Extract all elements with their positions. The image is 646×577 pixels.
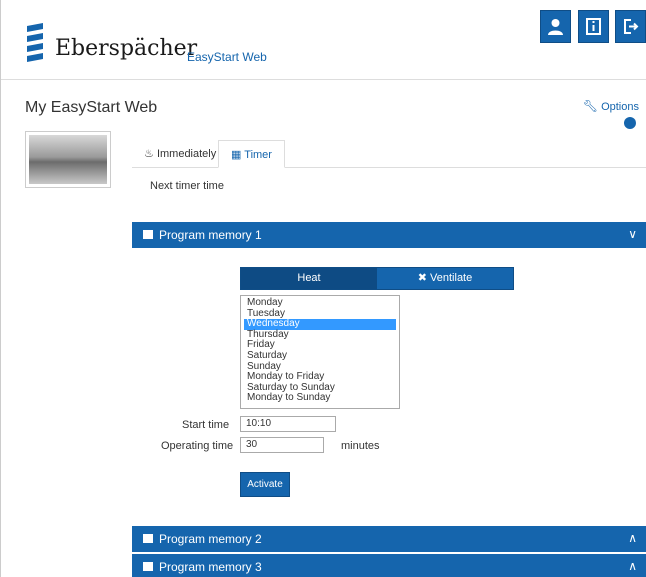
tab-immediately-label: Immediately — [156, 148, 217, 160]
logout-button[interactable] — [615, 10, 646, 43]
calendar-icon: ▦ — [231, 149, 242, 161]
day-option[interactable]: Monday to Sunday — [244, 393, 396, 404]
tab-timer[interactable]: ▦ Timer — [218, 140, 285, 168]
logout-icon — [624, 19, 639, 34]
page-title: My EasyStart Web — [25, 99, 158, 116]
panel-label: Program memory 3 — [159, 560, 262, 574]
vehicle-image — [25, 131, 111, 188]
wrench-icon: 🔧︎ — [582, 99, 599, 113]
ventilate-label: Ventilate — [430, 272, 473, 284]
globe-icon[interactable] — [624, 117, 636, 129]
panel-label: Program memory 2 — [159, 532, 262, 546]
vehicle-photo — [29, 135, 107, 184]
app-name-link[interactable]: EasyStart Web — [187, 50, 267, 64]
operating-time-label: Operating time — [161, 440, 234, 452]
next-timer-label: Next timer time — [150, 180, 224, 192]
calendar-icon — [143, 562, 153, 571]
tab-immediately[interactable]: ♨ Immediately — [132, 140, 228, 168]
activate-button[interactable]: Activate — [240, 472, 290, 497]
user-icon — [548, 19, 563, 35]
minutes-label: minutes — [341, 440, 380, 452]
program-memory-1-header[interactable]: Program memory 1 ∨ — [132, 222, 646, 248]
options-label: Options — [601, 101, 639, 113]
eberspaecher-logo-icon — [27, 23, 43, 62]
start-time-input[interactable]: 10:10 — [240, 416, 336, 432]
user-button[interactable] — [540, 10, 571, 43]
calendar-icon — [143, 230, 153, 239]
page: Eberspächer EasyStart Web My EasyStart W… — [0, 0, 646, 577]
panel-label: Program memory 1 — [159, 228, 262, 242]
operating-time-input[interactable]: 30 — [240, 437, 324, 453]
mode-toggle: Heat ✖ Ventilate — [240, 267, 514, 290]
ventilate-button[interactable]: ✖ Ventilate — [377, 268, 513, 289]
day-option[interactable]: Monday — [244, 297, 396, 309]
day-select-list[interactable]: Monday Tuesday Wednesday Thursday Friday… — [240, 295, 400, 409]
calendar-icon — [143, 534, 153, 543]
day-option[interactable]: Saturday — [244, 350, 396, 362]
program-memory-2-header[interactable]: Program memory 2 ∧ — [132, 526, 646, 552]
heat-label: Heat — [297, 272, 321, 284]
options-link[interactable]: 🔧︎ Options — [583, 99, 639, 113]
tab-timer-label: Timer — [244, 149, 272, 161]
info-button[interactable] — [578, 10, 609, 43]
chevron-down-icon: ∨ — [628, 227, 637, 241]
program-memory-3-header[interactable]: Program memory 3 ∧ — [132, 554, 646, 577]
info-icon — [586, 18, 601, 35]
chevron-up-icon: ∧ — [628, 531, 637, 545]
logo-text: Eberspächer — [55, 36, 198, 61]
tab-bar: ♨ Immediately ▦ Timer — [132, 140, 646, 168]
heat-button[interactable]: Heat — [241, 268, 377, 289]
chevron-up-icon: ∧ — [628, 559, 637, 573]
fan-icon: ✖ — [417, 272, 427, 284]
start-time-label: Start time — [182, 419, 230, 431]
header: Eberspächer EasyStart Web — [1, 0, 646, 80]
flame-icon: ♨ — [144, 148, 154, 160]
